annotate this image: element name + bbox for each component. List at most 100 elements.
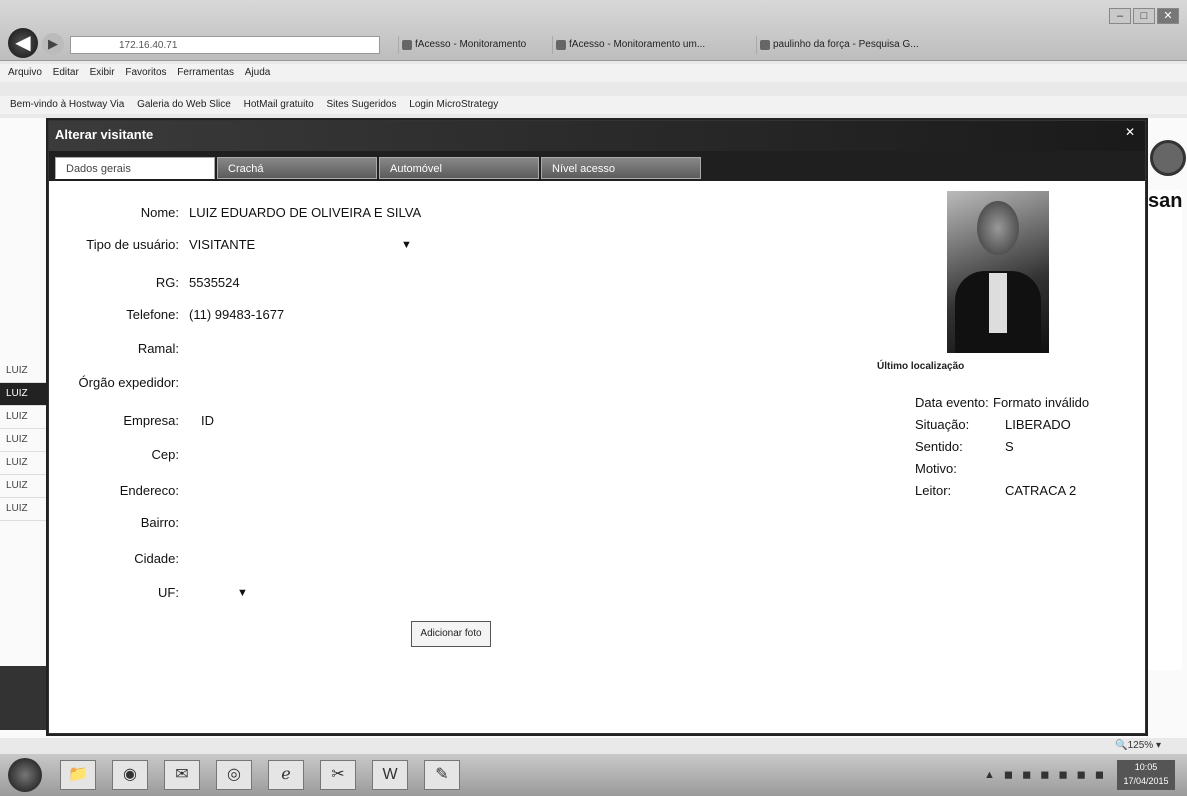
visitor-photo bbox=[947, 191, 1049, 353]
telefone-label: Telefone: bbox=[126, 307, 179, 322]
bairro-label: Bairro: bbox=[140, 515, 179, 530]
favorite-link-2[interactable]: Galeria do Web Slice bbox=[137, 99, 231, 110]
motivo-label: Motivo: bbox=[915, 461, 957, 476]
brand-logo: san bbox=[1148, 190, 1183, 212]
tab-dados-gerais[interactable]: Dados gerais bbox=[55, 157, 215, 179]
add-photo-button[interactable]: Adicionar foto bbox=[411, 621, 491, 647]
taskbar: 📁 ◉ ✉ ◎ ℯ ✂ W ✎ ▲ ◼ ◼ ◼ ◼ ◼ ◼ 10:05 17/0… bbox=[0, 754, 1187, 796]
situacao-value: LIBERADO bbox=[1005, 417, 1071, 432]
tab-automovel[interactable]: Automóvel bbox=[379, 157, 539, 179]
system-tray[interactable]: ▲ ◼ ◼ ◼ ◼ ◼ ◼ bbox=[984, 768, 1107, 781]
window-controls: – □ ✕ bbox=[1107, 8, 1179, 24]
tab-cracha[interactable]: Crachá bbox=[217, 157, 377, 179]
app-icon[interactable]: ✂ bbox=[320, 760, 356, 790]
uf-label: UF: bbox=[158, 585, 179, 600]
menu-bar: Arquivo Editar Exibir Favoritos Ferramen… bbox=[0, 64, 1187, 82]
tipo-usuario-label: Tipo de usuário: bbox=[86, 237, 179, 252]
forward-icon[interactable]: ▶ bbox=[42, 33, 64, 55]
rg-label: RG: bbox=[155, 275, 179, 290]
tab-label: paulinho da força - Pesquisa G... bbox=[773, 39, 919, 50]
background-list: LUIZ LUIZ LUIZ LUIZ LUIZ LUIZ LUIZ bbox=[0, 360, 48, 521]
menu-editar[interactable]: Editar bbox=[53, 67, 79, 78]
word-icon[interactable]: W bbox=[372, 760, 408, 790]
browser-tab-2[interactable]: fAcesso - Monitoramento um... bbox=[552, 36, 769, 54]
endereco-label: Endereco: bbox=[119, 483, 179, 498]
favorites-bar: Bem-vindo à Hostway Via Galeria do Web S… bbox=[0, 96, 1187, 114]
favorite-link-4[interactable]: Sites Sugeridos bbox=[326, 99, 396, 110]
explorer-icon[interactable]: 📁 bbox=[60, 760, 96, 790]
nome-label: Nome: bbox=[140, 205, 179, 220]
clock[interactable]: 10:05 17/04/2015 bbox=[1117, 760, 1175, 790]
browser-tab-3[interactable]: paulinho da força - Pesquisa G... bbox=[756, 36, 943, 54]
tab-nivel-acesso[interactable]: Nível acesso bbox=[541, 157, 701, 179]
empresa-label: Empresa: bbox=[123, 413, 179, 428]
zoom-icon: 🔍 bbox=[1115, 740, 1128, 751]
dialog-title: Alterar visitante bbox=[55, 127, 154, 142]
list-item[interactable]: LUIZ bbox=[0, 498, 48, 521]
favicon-icon bbox=[760, 40, 770, 50]
photo-collar-shape bbox=[989, 273, 1007, 333]
menu-favoritos[interactable]: Favoritos bbox=[125, 67, 166, 78]
chrome-icon[interactable]: ◎ bbox=[216, 760, 252, 790]
photo-head-shape bbox=[977, 201, 1019, 255]
cidade-label: Cidade: bbox=[134, 551, 179, 566]
favicon-icon bbox=[556, 40, 566, 50]
internet-explorer-icon[interactable]: ℯ bbox=[268, 760, 304, 790]
dialog-tabbar: Dados gerais Crachá Automóvel Nível aces… bbox=[49, 151, 1145, 181]
menu-ferramentas[interactable]: Ferramentas bbox=[177, 67, 234, 78]
edit-visitor-dialog: Alterar visitante ✕ Dados gerais Crachá … bbox=[48, 120, 1146, 734]
list-item[interactable]: LUIZ bbox=[0, 452, 48, 475]
back-icon[interactable]: ◀ bbox=[8, 28, 38, 58]
data-evento-value: Formato inválido bbox=[993, 395, 1090, 410]
app-icon[interactable]: ✎ bbox=[424, 760, 460, 790]
minimize-button[interactable]: – bbox=[1109, 8, 1131, 24]
tab-label: fAcesso - Monitoramento bbox=[415, 39, 527, 50]
orgao-expedidor-label: Órgão expedidor: bbox=[78, 375, 179, 390]
maximize-button[interactable]: □ bbox=[1133, 8, 1155, 24]
rg-field[interactable]: 5535524 bbox=[189, 275, 240, 290]
list-item[interactable]: LUIZ bbox=[0, 406, 48, 429]
last-location-title: Último localização bbox=[877, 361, 965, 372]
user-avatar-icon[interactable] bbox=[1150, 140, 1186, 176]
list-item[interactable]: LUIZ bbox=[0, 429, 48, 452]
background-footer-block bbox=[0, 666, 48, 730]
tipo-usuario-select[interactable]: VISITANTE bbox=[189, 237, 255, 252]
situacao-label: Situação: bbox=[915, 417, 970, 432]
favorite-link-3[interactable]: HotMail gratuito bbox=[244, 99, 314, 110]
leitor-label: Leitor: bbox=[915, 483, 952, 498]
favicon-icon bbox=[402, 40, 412, 50]
outlook-icon[interactable]: ✉ bbox=[164, 760, 200, 790]
data-evento-label: Data evento: bbox=[915, 395, 989, 410]
clock-time: 10:05 bbox=[1134, 762, 1158, 772]
sentido-value: S bbox=[1005, 439, 1014, 454]
start-button[interactable] bbox=[8, 758, 42, 792]
clock-date: 17/04/2015 bbox=[1123, 776, 1169, 786]
menu-arquivo[interactable]: Arquivo bbox=[8, 67, 42, 78]
leitor-value: CATRACA 2 bbox=[1005, 483, 1077, 498]
close-window-button[interactable]: ✕ bbox=[1157, 8, 1179, 24]
zoom-value: 125% bbox=[1127, 740, 1154, 751]
media-player-icon[interactable]: ◉ bbox=[112, 760, 148, 790]
telefone-field[interactable]: (11) 99483-1677 bbox=[189, 307, 284, 322]
list-item[interactable]: LUIZ bbox=[0, 383, 48, 406]
close-icon[interactable]: ✕ bbox=[1125, 125, 1135, 139]
nome-field[interactable]: LUIZ EDUARDO DE OLIVEIRA E SILVA bbox=[189, 205, 421, 220]
menu-exibir[interactable]: Exibir bbox=[90, 67, 115, 78]
browser-tab-1[interactable]: fAcesso - Monitoramento bbox=[398, 36, 565, 54]
favorite-link-5[interactable]: Login MicroStrategy bbox=[409, 99, 498, 110]
menu-ajuda[interactable]: Ajuda bbox=[245, 67, 271, 78]
list-item[interactable]: LUIZ bbox=[0, 475, 48, 498]
browser-statusbar bbox=[0, 738, 1187, 752]
empresa-field[interactable]: ID bbox=[201, 413, 214, 428]
address-bar[interactable]: 172.16.40.71 bbox=[70, 36, 380, 54]
cep-label: Cep: bbox=[151, 447, 179, 462]
background-panel bbox=[1140, 190, 1182, 670]
favorite-link-1[interactable]: Bem-vindo à Hostway Via bbox=[10, 99, 124, 110]
chevron-down-icon[interactable]: ▼ bbox=[237, 587, 248, 599]
list-item[interactable]: LUIZ bbox=[0, 360, 48, 383]
zoom-level[interactable]: 🔍125% ▾ bbox=[1115, 740, 1161, 751]
ramal-label: Ramal: bbox=[137, 341, 179, 356]
tab-label: fAcesso - Monitoramento um... bbox=[569, 39, 706, 50]
sentido-label: Sentido: bbox=[915, 439, 963, 454]
chevron-down-icon[interactable]: ▼ bbox=[401, 239, 412, 251]
